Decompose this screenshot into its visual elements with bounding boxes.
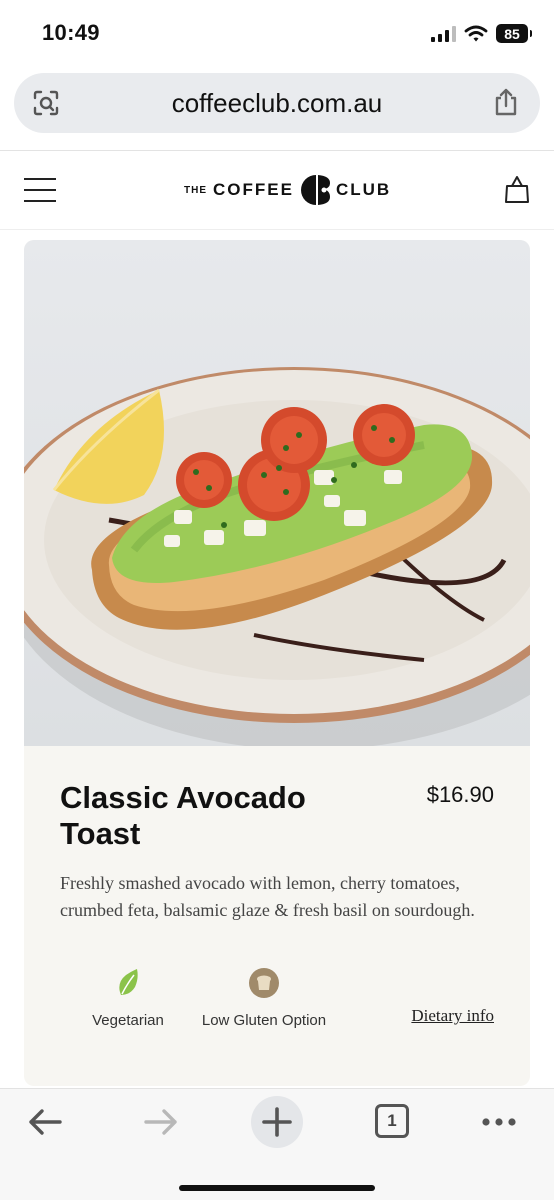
site-header: THE COFFEE CLUB [0, 151, 554, 229]
new-tab-button[interactable] [251, 1096, 303, 1148]
leaf-icon [119, 969, 138, 995]
url-text[interactable]: coffeeclub.com.au [14, 88, 540, 119]
product-description: Freshly smashed avocado with lemon, cher… [60, 873, 475, 920]
logo-coffee: COFFEE [213, 180, 294, 199]
logo-the: THE [184, 184, 207, 196]
product-price: $16.90 [426, 782, 494, 807]
dietary-label: Vegetarian [92, 1012, 164, 1029]
hamburger-menu-icon[interactable] [24, 178, 56, 202]
status-time: 10:49 [42, 20, 100, 45]
battery-icon: 85 [496, 24, 532, 43]
dietary-label: Low Gluten Option [201, 1012, 327, 1029]
tabs-icon[interactable]: 1 [375, 1104, 409, 1138]
browser-toolbar: 1 [0, 1088, 554, 1200]
logo-club: CLUB [335, 180, 392, 199]
wifi-icon [464, 25, 488, 41]
share-icon[interactable] [492, 87, 520, 117]
bread-icon [249, 968, 279, 998]
address-bar[interactable]: coffeeclub.com.au [14, 73, 540, 133]
status-bar: 10:49 85 [0, 0, 554, 66]
product-card[interactable]: Classic Avocado Toast $16.90 Freshly sma… [24, 240, 530, 1086]
dietary-info-link[interactable]: Dietary info [411, 1006, 494, 1026]
logo-mark-icon [300, 175, 330, 205]
forward-arrow-icon[interactable] [142, 1107, 180, 1137]
coffee-club-logo[interactable]: THE COFFEE CLUB [184, 173, 391, 207]
status-icons: 85 [431, 24, 532, 43]
back-arrow-icon[interactable] [26, 1107, 64, 1137]
dietary-vegetarian: Vegetarian [86, 968, 170, 1029]
cellular-signal-icon [431, 25, 456, 42]
product-title: Classic Avocado Toast [60, 780, 306, 851]
shopping-bag-icon[interactable] [504, 174, 530, 204]
plus-icon [262, 1107, 292, 1137]
divider [0, 229, 554, 230]
dietary-low-gluten: Low Gluten Option [194, 968, 334, 1029]
more-icon[interactable] [480, 1107, 518, 1137]
product-photo [24, 240, 530, 746]
home-indicator [179, 1185, 375, 1191]
